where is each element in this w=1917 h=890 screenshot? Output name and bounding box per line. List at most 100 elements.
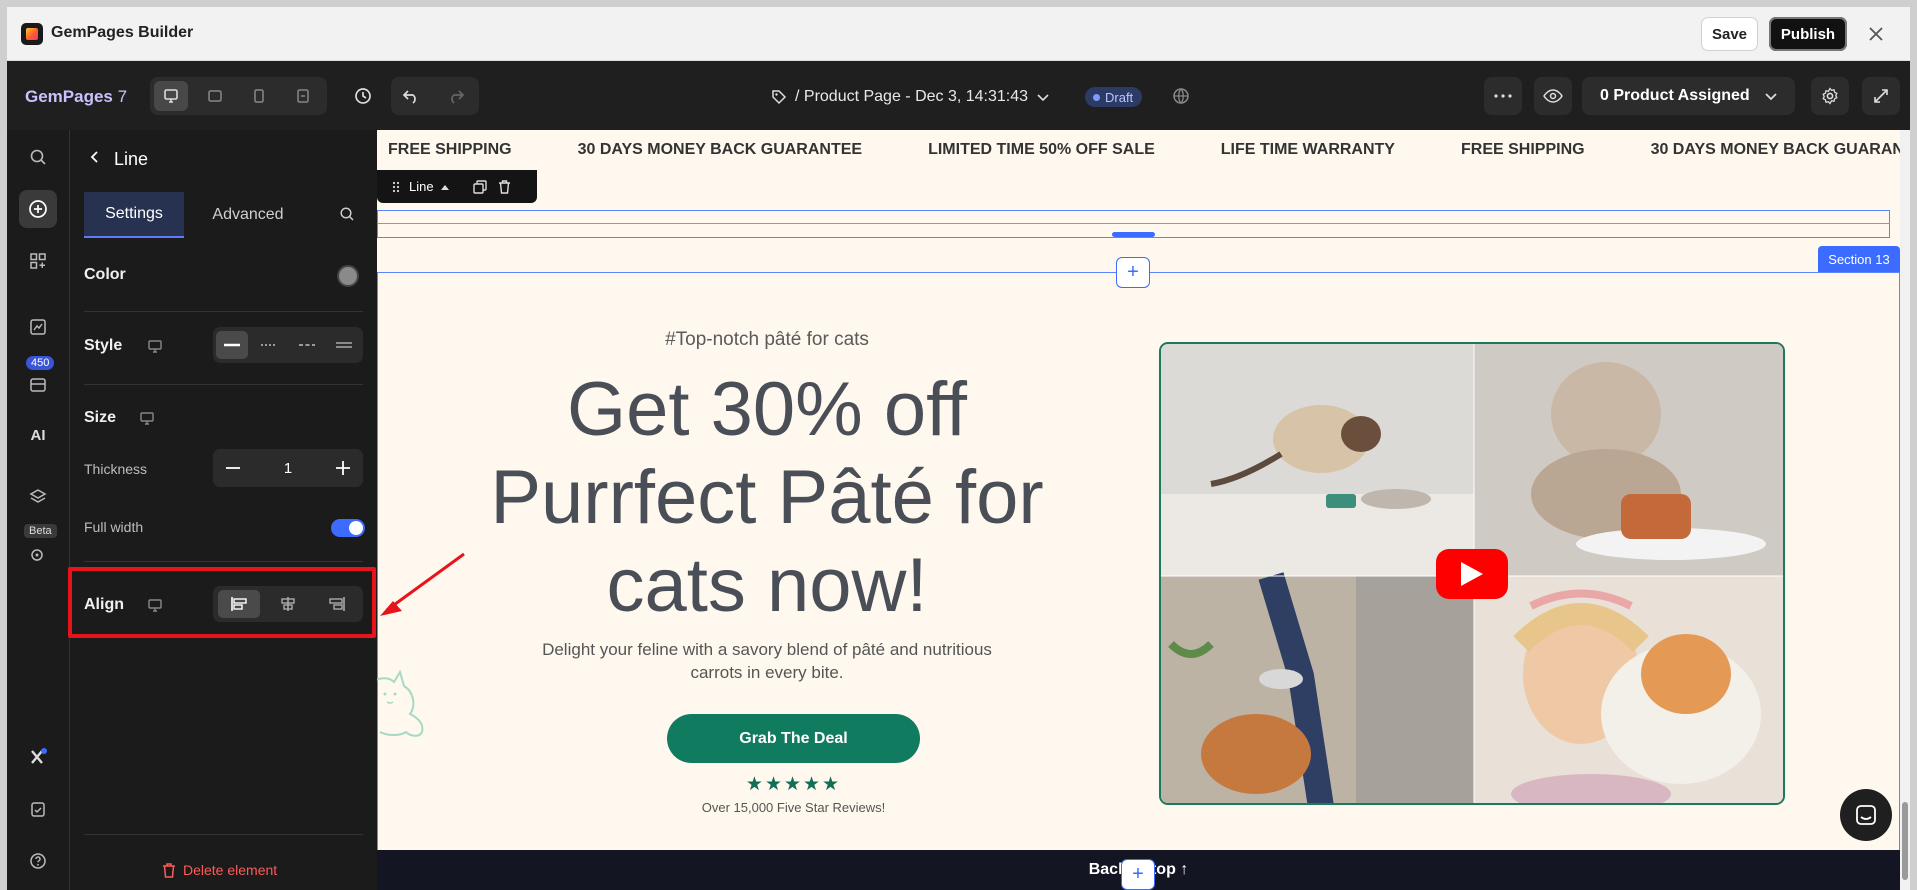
announcement-marquee: FREE SHIPPING 30 DAYS MONEY BACK GUARANT… <box>377 130 1900 170</box>
divider <box>84 311 363 312</box>
desktop-icon <box>147 338 163 354</box>
full-width-label: Full width <box>84 519 144 535</box>
layers-icon[interactable] <box>19 478 57 516</box>
responsive-icon[interactable] <box>286 81 320 111</box>
page-title-selector[interactable]: / Product Page - Dec 3, 14:31:43 <box>771 86 1050 108</box>
full-width-toggle[interactable] <box>331 519 365 537</box>
title-bar: GemPages Builder Save Publish <box>7 7 1910 61</box>
divider <box>84 384 363 385</box>
marquee-item: 30 DAYS MONEY BACK GUARANTEE <box>577 141 863 158</box>
thickness-input[interactable]: 1 <box>253 449 323 487</box>
highlight-box <box>68 567 376 638</box>
page-sections-icon[interactable] <box>19 308 57 346</box>
dotted-line-icon[interactable] <box>253 331 285 359</box>
chat-widget-icon[interactable] <box>1840 789 1892 841</box>
device-switcher <box>150 77 327 115</box>
window-title: GemPages Builder <box>51 24 194 41</box>
line-divider <box>377 223 1890 224</box>
divider <box>84 561 363 562</box>
drag-handle-icon[interactable] <box>385 181 407 193</box>
redo-icon[interactable] <box>445 86 467 106</box>
chevron-down-icon <box>1036 90 1050 104</box>
tag-icon <box>771 89 787 105</box>
library-icon[interactable] <box>19 366 57 404</box>
help-icon[interactable] <box>19 842 57 880</box>
chevron-down-icon <box>1764 89 1778 103</box>
more-options-button[interactable] <box>1484 77 1522 115</box>
trash-icon[interactable] <box>498 179 511 194</box>
video-thumbnail[interactable] <box>1159 342 1785 805</box>
color-swatch[interactable] <box>337 265 359 287</box>
globe-icon[interactable] <box>1171 86 1191 106</box>
settings-gear-icon[interactable] <box>1811 77 1849 115</box>
play-icon[interactable] <box>1436 549 1508 599</box>
rating-stars: ★★★★★ <box>745 774 842 795</box>
product-assigned-dropdown[interactable]: 0 Product Assigned <box>1582 77 1795 115</box>
divider <box>84 834 363 835</box>
undo-icon[interactable] <box>400 86 422 106</box>
ai-icon[interactable]: AI <box>19 416 57 454</box>
preview-eye-icon[interactable] <box>1534 77 1572 115</box>
marquee-item: FREE SHIPPING <box>388 141 512 158</box>
canvas-scrollbar[interactable] <box>1900 130 1910 890</box>
page-canvas: FREE SHIPPING 30 DAYS MONEY BACK GUARANT… <box>377 130 1900 890</box>
element-toolbar: Line <box>377 170 537 203</box>
status-badge: Draft <box>1085 87 1143 107</box>
expand-icon[interactable] <box>1862 77 1900 115</box>
resize-handle[interactable] <box>1112 232 1155 237</box>
solid-line-icon[interactable] <box>216 331 248 359</box>
editor-toolbar: GemPages 7 / Product Page - Dec 3, 14:31… <box>7 61 1910 130</box>
add-section-button[interactable]: + <box>1116 257 1150 288</box>
panel-title: Line <box>114 149 149 169</box>
search-icon[interactable] <box>19 138 57 176</box>
left-icon-rail: 450 AI Beta <box>7 130 70 890</box>
save-button[interactable]: Save <box>1701 17 1758 51</box>
delete-element-button[interactable]: Delete element <box>162 862 277 878</box>
marquee-item: 30 DAYS MONEY BACK GUARANTEE <box>1650 141 1900 158</box>
grab-the-deal-button[interactable]: Grab The Deal <box>667 714 920 763</box>
thickness-label: Thickness <box>84 461 148 477</box>
tablet-icon[interactable] <box>198 81 232 111</box>
integrations-x-icon[interactable] <box>19 738 57 776</box>
settings-panel: Line Settings Advanced Color Style Size … <box>68 130 377 890</box>
close-icon[interactable] <box>1863 21 1889 47</box>
element-name: Line <box>409 179 434 194</box>
scrollbar-thumb[interactable] <box>1902 802 1908 880</box>
red-arrow-annotation <box>380 552 465 616</box>
dashed-line-icon[interactable] <box>291 331 323 359</box>
add-section-button[interactable]: + <box>1121 859 1155 890</box>
search-icon[interactable] <box>337 204 357 224</box>
minus-icon[interactable] <box>213 449 253 487</box>
section-badge[interactable]: Section 13 <box>1818 246 1900 272</box>
cat-doodle-illustration <box>377 652 461 752</box>
back-chevron-icon[interactable] <box>85 147 105 167</box>
plus-icon[interactable] <box>323 449 363 487</box>
style-label: Style <box>84 337 123 354</box>
apps-icon[interactable] <box>19 242 57 280</box>
marquee-item: FREE SHIPPING <box>1460 141 1585 158</box>
review-count: Over 15,000 Five Star Reviews! <box>701 800 886 815</box>
size-label: Size <box>84 409 117 426</box>
gem-ai-icon[interactable] <box>19 536 57 574</box>
double-line-icon[interactable] <box>328 331 360 359</box>
hero-eyebrow: #Top-notch pâté for cats <box>665 329 869 350</box>
brand-label: GemPages 7 <box>25 87 128 106</box>
caret-up-icon[interactable] <box>440 184 449 190</box>
gempages-logo-icon <box>21 23 43 45</box>
history-icon[interactable] <box>352 85 374 107</box>
tab-advanced[interactable]: Advanced <box>198 192 298 238</box>
add-element-icon[interactable] <box>19 190 57 228</box>
line-style-selector <box>213 327 363 363</box>
duplicate-icon[interactable] <box>472 179 487 194</box>
undo-redo-group <box>391 77 479 115</box>
desktop-icon[interactable] <box>154 81 188 111</box>
tab-settings[interactable]: Settings <box>84 192 184 238</box>
marquee-item: LIFE TIME WARRANTY <box>1220 141 1395 158</box>
hero-description: Delight your feline with a savory blend … <box>542 640 992 682</box>
trash-icon <box>163 862 175 878</box>
page-title: / Product Page - Dec 3, 14:31:43 <box>795 88 1029 105</box>
mobile-icon[interactable] <box>242 81 276 111</box>
app-window: GemPages Builder Save Publish GemPages 7 <box>7 7 1910 890</box>
publish-button[interactable]: Publish <box>1769 17 1847 51</box>
checklist-icon[interactable] <box>19 790 57 828</box>
